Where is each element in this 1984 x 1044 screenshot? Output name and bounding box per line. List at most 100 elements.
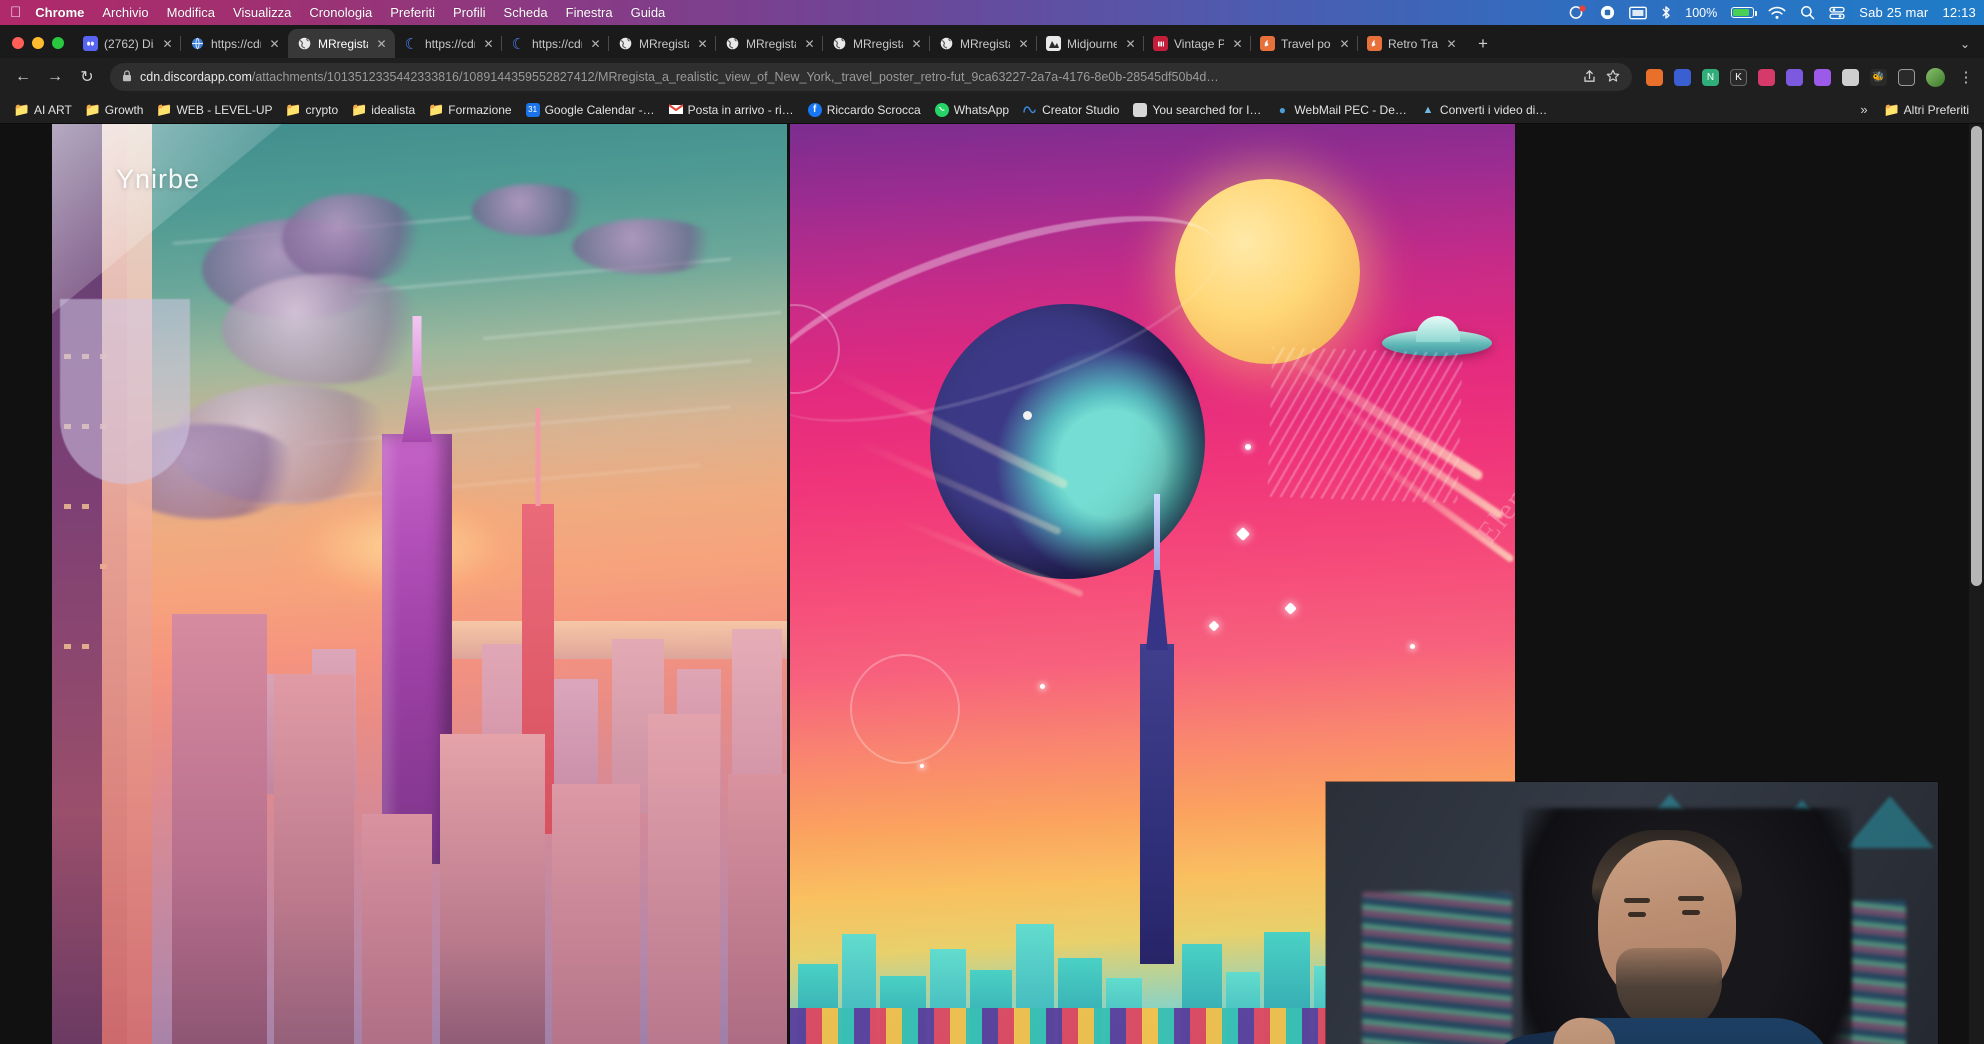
search-icon[interactable] [1800, 5, 1815, 20]
bookmark-web-level-up[interactable]: 📁 WEB - LEVEL-UP [150, 100, 279, 120]
tab-title: MRregista_ [639, 37, 689, 51]
bookmark-formazione[interactable]: 📁 Formazione [422, 100, 518, 120]
menu-item-scheda[interactable]: Scheda [504, 5, 548, 20]
tab-close-icon[interactable]: ✕ [1337, 36, 1352, 51]
forward-button[interactable]: → [40, 62, 70, 92]
bookmark-webmail-pec[interactable]: ● WebMail PEC - De… [1268, 100, 1413, 120]
tab-close-icon[interactable]: ✕ [481, 36, 496, 51]
minimize-window-button[interactable] [32, 37, 44, 49]
browser-tab-5[interactable]: MRregista_ ✕ [609, 29, 716, 58]
blue-extension-icon[interactable] [1674, 69, 1691, 86]
close-window-button[interactable] [12, 37, 24, 49]
address-bar[interactable]: cdn.discordapp.com/attachments/101351233… [110, 63, 1632, 91]
new-york-retro-travel-poster[interactable]: Ynirbe [52, 124, 787, 1044]
folder-icon: 📁 [157, 103, 171, 117]
browser-tab-9[interactable]: Midjourney ✕ [1037, 29, 1144, 58]
bookmark-google-calendar[interactable]: 31 Google Calendar -… [519, 100, 662, 120]
bookmark-extension-icon[interactable] [1898, 69, 1915, 86]
omnibox-actions [1577, 69, 1620, 86]
bookmark-you-searched-for[interactable]: You searched for I… [1126, 100, 1268, 120]
back-button[interactable]: ← [8, 62, 38, 92]
tab-close-icon[interactable]: ✕ [1444, 36, 1459, 51]
bookmark-riccardo-scrocca[interactable]: f Riccardo Scrocca [801, 100, 928, 120]
record-icon[interactable] [1569, 5, 1586, 20]
tab-close-icon[interactable]: ✕ [588, 36, 603, 51]
tab-close-icon[interactable]: ✕ [1016, 36, 1031, 51]
bookmark-crypto[interactable]: 📁 crypto [280, 100, 346, 120]
browser-tab-4[interactable]: ☾ https://cdn. ✕ [502, 29, 609, 58]
menu-item-archivio[interactable]: Archivio [102, 5, 148, 20]
tab-search-button[interactable]: ⌄ [1952, 37, 1984, 58]
bookmark-label: Posta in arrivo - ri… [688, 103, 794, 117]
tab-close-icon[interactable]: ✕ [160, 36, 175, 51]
bug-extension-icon[interactable]: 🐝 [1870, 69, 1887, 86]
share-icon[interactable] [1583, 69, 1596, 86]
page-scrollbar-thumb[interactable] [1971, 126, 1982, 586]
tab-close-icon[interactable]: ✕ [909, 36, 924, 51]
bluetooth-icon[interactable] [1661, 5, 1671, 20]
browser-tab-8[interactable]: MRregista_ ✕ [930, 29, 1037, 58]
apple-logo-icon[interactable]:  [10, 5, 21, 20]
tab-close-icon[interactable]: ✕ [1123, 36, 1138, 51]
kebab-menu-icon[interactable]: ⋮ [1956, 70, 1976, 85]
tab-title: Vintage Pos [1174, 37, 1224, 51]
menu-item-guida[interactable]: Guida [631, 5, 666, 20]
purple-flower-icon[interactable] [1814, 69, 1831, 86]
other-bookmarks-label: Altri Preferiti [1904, 103, 1969, 117]
other-bookmarks-folder[interactable]: 📁 Altri Preferiti [1878, 100, 1976, 120]
menu-item-profili[interactable]: Profili [453, 5, 486, 20]
battery-icon[interactable] [1731, 7, 1754, 18]
control-center-icon[interactable] [1829, 6, 1845, 20]
bookmark-converti-video[interactable]: ▲ Converti i video di… [1414, 100, 1554, 120]
browser-tab-11[interactable]: Travel poste ✕ [1251, 29, 1358, 58]
magnifier-extension-icon[interactable] [1758, 69, 1775, 86]
purple-gear-icon[interactable] [1786, 69, 1803, 86]
k-extension-icon[interactable]: K [1730, 69, 1747, 86]
bookmarks-overflow-button[interactable]: » [1854, 102, 1873, 117]
screen-record-icon[interactable] [1600, 5, 1615, 20]
bookmark-creator-studio[interactable]: Creator Studio [1016, 100, 1126, 120]
menu-item-cronologia[interactable]: Cronologia [309, 5, 372, 20]
menu-bar-date[interactable]: Sab 25 mar [1859, 5, 1928, 20]
foreground-building [440, 734, 545, 1044]
browser-tab-6[interactable]: MRregista_ ✕ [716, 29, 823, 58]
tab-close-icon[interactable]: ✕ [695, 36, 710, 51]
globe-icon [618, 36, 633, 51]
menu-item-visualizza[interactable]: Visualizza [233, 5, 291, 20]
notion-icon[interactable]: N [1702, 69, 1719, 86]
star-icon[interactable] [1606, 69, 1620, 86]
menu-item-preferiti[interactable]: Preferiti [390, 5, 435, 20]
new-tab-button[interactable]: + [1469, 30, 1497, 58]
webcam-picture-in-picture[interactable] [1326, 782, 1938, 1044]
bookmark-whatsapp[interactable]: WhatsApp [928, 100, 1016, 120]
firefox-extension-icon[interactable] [1646, 69, 1663, 86]
tab-close-icon[interactable]: ✕ [802, 36, 817, 51]
menu-bar-clock[interactable]: 12:13 [1942, 5, 1976, 20]
foreground-building [648, 714, 720, 1044]
grid-extension-icon[interactable] [1842, 69, 1859, 86]
browser-tab-10[interactable]: Vintage Pos ✕ [1144, 29, 1251, 58]
browser-tab-0[interactable]: (2762) Disc ✕ [74, 29, 181, 58]
tab-close-icon[interactable]: ✕ [267, 36, 282, 51]
foreground-building [728, 774, 787, 1044]
browser-tab-7[interactable]: MRregista_ ✕ [823, 29, 930, 58]
bookmark-posta-in-arrivo[interactable]: Posta in arrivo - ri… [662, 100, 801, 120]
page-scrollbar[interactable] [1969, 124, 1984, 1044]
menu-item-modifica[interactable]: Modifica [167, 5, 215, 20]
browser-tab-3[interactable]: ☾ https://cdn. ✕ [395, 29, 502, 58]
maximize-window-button[interactable] [52, 37, 64, 49]
bookmark-ai-art[interactable]: 📁 AI ART [8, 100, 79, 120]
tab-close-icon[interactable]: ✕ [1230, 36, 1245, 51]
bookmark-idealista[interactable]: 📁 idealista [345, 100, 422, 120]
wifi-icon[interactable] [1768, 6, 1786, 20]
display-icon[interactable] [1629, 6, 1647, 20]
browser-tab-2-active[interactable]: MRregista_ ✕ [288, 29, 395, 58]
profile-avatar[interactable] [1926, 68, 1945, 87]
browser-tab-12[interactable]: Retro Trave ✕ [1358, 29, 1465, 58]
menu-item-finestra[interactable]: Finestra [566, 5, 613, 20]
bookmark-growth[interactable]: 📁 Growth [79, 100, 151, 120]
menu-item-chrome[interactable]: Chrome [35, 5, 84, 20]
reload-button[interactable]: ↻ [72, 62, 102, 92]
tab-close-icon[interactable]: ✕ [374, 36, 389, 51]
browser-tab-1[interactable]: https://cdn. ✕ [181, 29, 288, 58]
